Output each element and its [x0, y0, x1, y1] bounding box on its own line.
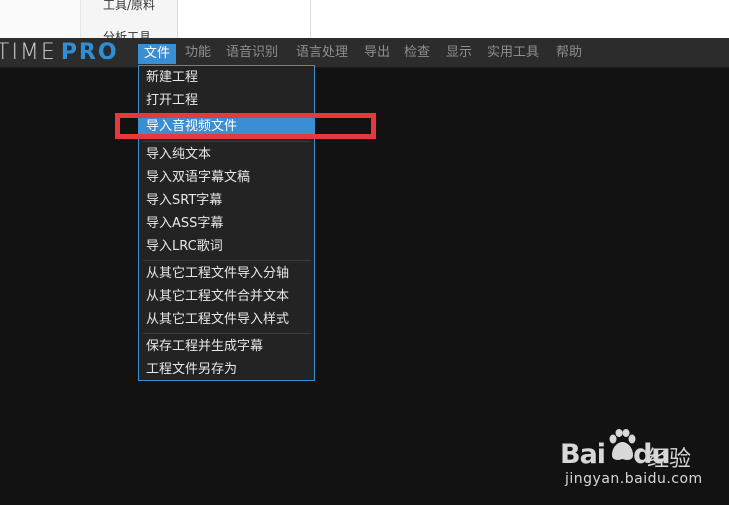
background-window-edge: [0, 0, 80, 38]
menu-language-processing[interactable]: 语言处理: [296, 43, 348, 63]
menu-item-new-project[interactable]: 新建工程: [139, 67, 314, 89]
menu-bar: TIME PRO 文件 功能 语音识别 语言处理 导出 检查 显示 实用工具 帮助: [0, 38, 729, 68]
menu-item-save-generate[interactable]: 保存工程并生成字幕: [139, 336, 314, 358]
menu-display[interactable]: 显示: [446, 43, 472, 63]
menu-item-save-as[interactable]: 工程文件另存为: [139, 359, 314, 381]
menu-item-open-project[interactable]: 打开工程: [139, 90, 314, 112]
baidu-watermark: Bai du 经验 jingyan.baidu.com: [555, 425, 725, 495]
logo-word: TIME: [0, 40, 57, 65]
menu-item-merge-text[interactable]: 从其它工程文件合并文本: [139, 286, 314, 308]
menu-help[interactable]: 帮助: [556, 43, 582, 63]
menu-function[interactable]: 功能: [185, 43, 211, 63]
menu-item-import-timing[interactable]: 从其它工程文件导入分轴: [139, 263, 314, 285]
paw-icon: [609, 429, 636, 460]
menu-item-import-bilingual[interactable]: 导入双语字幕文稿: [139, 167, 314, 189]
watermark-cn: 经验: [647, 447, 692, 472]
menu-item-import-srt[interactable]: 导入SRT字幕: [139, 190, 314, 212]
background-tool-label: 工具/原料: [103, 0, 156, 12]
menu-export[interactable]: 导出: [364, 43, 390, 63]
annotation-highlight-box: [115, 113, 376, 139]
background-window-sidebar: 工具/原料 分析工具: [80, 0, 178, 38]
menu-item-import-style[interactable]: 从其它工程文件导入样式: [139, 309, 314, 331]
menu-separator: [143, 333, 311, 334]
menu-item-import-ass[interactable]: 导入ASS字幕: [139, 213, 314, 235]
menu-utilities[interactable]: 实用工具: [487, 43, 539, 63]
background-window-divider: [310, 0, 311, 38]
menu-speech-recognition[interactable]: 语音识别: [226, 43, 278, 63]
background-window: 工具/原料 分析工具: [0, 0, 729, 38]
logo-pro: PRO: [60, 40, 119, 65]
menu-item-import-text[interactable]: 导入纯文本: [139, 144, 314, 166]
menu-separator: [143, 260, 311, 261]
background-cut-label: 分析工具: [103, 30, 152, 38]
watermark-url: jingyan.baidu.com: [565, 471, 703, 487]
menu-file[interactable]: 文件: [138, 44, 177, 64]
menu-separator: [143, 141, 311, 142]
menu-item-import-lrc[interactable]: 导入LRC歌词: [139, 236, 314, 258]
menu-check[interactable]: 检查: [404, 43, 430, 63]
app-logo: TIME PRO: [0, 40, 119, 66]
